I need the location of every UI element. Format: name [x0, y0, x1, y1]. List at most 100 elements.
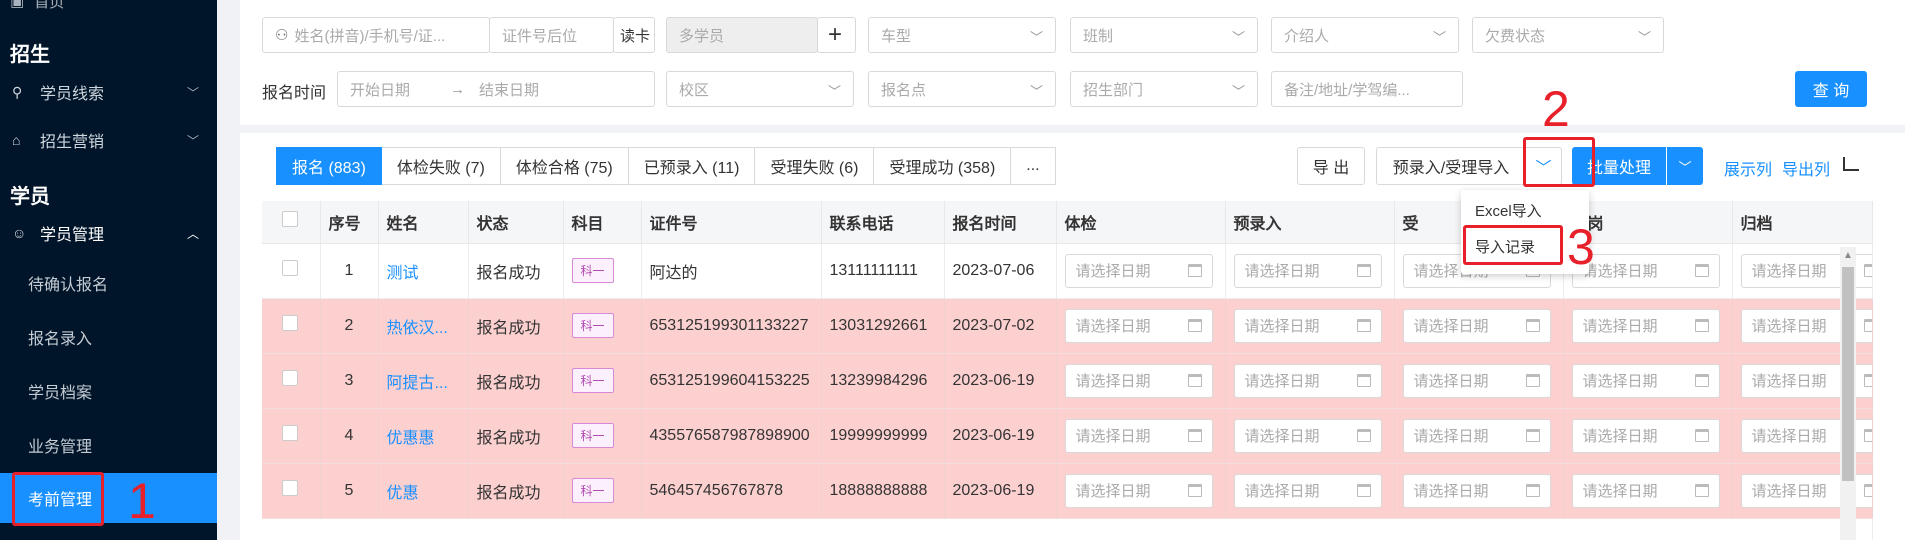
calendar-icon: [1525, 374, 1540, 387]
table-row: 4 优惠惠 报名成功 科一 435576587987898900 19999999999 2…: [262, 408, 1873, 464]
date-range-input[interactable]: 开始日期 → 结束日期: [337, 71, 655, 107]
status-tabs: 报名 (883) 体检失败 (7) 体检合格 (75) 已预录入 (11) 受理…: [276, 147, 1056, 185]
id-suffix-input[interactable]: 证件号后位: [489, 17, 614, 53]
row-checkbox[interactable]: [282, 370, 298, 386]
select-all-checkbox[interactable]: [282, 211, 298, 228]
arrears-select[interactable]: 欠费状态 ﹀: [1472, 17, 1664, 53]
calendar-icon: [1356, 429, 1371, 442]
scroll-up-icon[interactable]: ▲: [1843, 250, 1853, 261]
sidebar-item-student-mgmt[interactable]: ☺ 学员管理 ︿: [0, 211, 217, 255]
chevron-down-icon: ﹀: [186, 86, 199, 100]
student-name-link[interactable]: 优惠: [387, 485, 419, 502]
date-picker-input[interactable]: 请选择日期: [1571, 363, 1720, 398]
sidebar-item-business[interactable]: 业务管理: [0, 420, 217, 470]
tab-more[interactable]: ...: [1011, 147, 1056, 185]
col-header: 序号: [320, 201, 379, 244]
export-button[interactable]: 导 出: [1297, 147, 1365, 185]
row-no: 3: [320, 353, 379, 409]
multi-student-input[interactable]: 多学员: [666, 17, 818, 53]
row-checkbox[interactable]: [282, 260, 298, 276]
sidebar-item-leads[interactable]: ⚲ 学员线索 ﹀: [0, 70, 217, 114]
row-status: 报名成功: [468, 298, 564, 354]
show-columns-link[interactable]: 展示列: [1724, 156, 1772, 180]
date-picker-input[interactable]: 请选择日期: [1233, 253, 1382, 288]
import-button[interactable]: 预录入/受理导入: [1376, 147, 1526, 185]
section-student: 学员: [10, 186, 50, 208]
student-name-link[interactable]: 阿提古...: [387, 375, 448, 392]
date-picker-input[interactable]: 请选择日期: [1233, 363, 1382, 398]
row-checkbox[interactable]: [282, 425, 298, 441]
date-picker-input[interactable]: 请选择日期: [1402, 473, 1551, 508]
sidebar-item-archive[interactable]: 学员档案: [0, 366, 217, 416]
dept-select[interactable]: 招生部门 ﹀: [1070, 71, 1258, 107]
arrow-right-icon: →: [450, 80, 466, 98]
sidebar-item-home[interactable]: ▣ 首页: [10, 0, 64, 12]
row-id-number: 653125199604153225: [641, 353, 822, 409]
calendar-icon: [1356, 319, 1371, 332]
referrer-select[interactable]: 介绍人 ﹀: [1271, 17, 1459, 53]
date-picker-input[interactable]: 请选择日期: [1402, 363, 1551, 398]
row-checkbox[interactable]: [282, 480, 298, 496]
add-icon[interactable]: +: [817, 17, 856, 53]
home-icon: ▣: [10, 0, 25, 10]
section-recruit: 招生: [10, 44, 50, 66]
col-header: 预录入: [1225, 201, 1395, 244]
student-name-link[interactable]: 优惠惠: [387, 430, 435, 447]
date-picker-input[interactable]: 请选择日期: [1571, 308, 1720, 343]
date-picker-input[interactable]: 请选择日期: [1571, 473, 1720, 508]
chevron-down-icon: ﹀: [1432, 30, 1446, 45]
campus-select[interactable]: 校区 ﹀: [666, 71, 854, 107]
import-dropdown-toggle[interactable]: ﹀: [1525, 147, 1562, 185]
sidebar-item-marketing[interactable]: ⌂ 招生营销 ﹀: [0, 118, 217, 162]
user-icon: ⚇: [275, 27, 289, 44]
date-picker-input[interactable]: 请选择日期: [1402, 308, 1551, 343]
chevron-down-icon: ﹀: [1029, 84, 1043, 99]
batch-button[interactable]: 批量处理: [1572, 147, 1666, 185]
row-reg-date: 2023-06-19: [944, 463, 1057, 519]
tab-accept-failed[interactable]: 受理失败 (6): [755, 147, 875, 185]
date-picker-input[interactable]: 请选择日期: [1233, 473, 1382, 508]
menu-item-import-records[interactable]: 导入记录: [1475, 236, 1535, 257]
sidebar-item-pending[interactable]: 待确认报名: [0, 258, 217, 308]
row-phone: 19999999999: [821, 408, 945, 464]
row-reg-date: 2023-07-02: [944, 298, 1057, 354]
reg-point-select[interactable]: 报名点 ﹀: [868, 71, 1056, 107]
date-picker-input[interactable]: 请选择日期: [1064, 253, 1213, 288]
row-no: 1: [320, 243, 379, 299]
chevron-down-icon: ﹀: [1029, 30, 1043, 45]
batch-dropdown-toggle[interactable]: ﹀: [1667, 147, 1703, 185]
tab-accept-success[interactable]: 受理成功 (358): [874, 147, 1012, 185]
date-picker-input[interactable]: 请选择日期: [1064, 308, 1213, 343]
chevron-up-icon: ︿: [186, 227, 199, 241]
date-picker-input[interactable]: 请选择日期: [1064, 363, 1213, 398]
class-type-select[interactable]: 班制 ﹀: [1070, 17, 1258, 53]
read-card-button[interactable]: 读卡: [613, 17, 655, 53]
date-picker-input[interactable]: 请选择日期: [1233, 308, 1382, 343]
vehicle-select[interactable]: 车型 ﹀: [868, 17, 1056, 53]
tab-registered[interactable]: 报名 (883): [276, 147, 382, 185]
query-button[interactable]: 查 询: [1795, 71, 1867, 107]
menu-item-excel-import[interactable]: Excel导入: [1475, 200, 1542, 221]
date-picker-input[interactable]: 请选择日期: [1571, 418, 1720, 453]
sidebar-item-entry[interactable]: 报名录入: [0, 312, 217, 362]
calendar-icon: [1187, 319, 1202, 332]
name-search-input[interactable]: ⚇ 姓名(拼音)/手机号/证...: [262, 17, 490, 53]
tab-exam-passed[interactable]: 体检合格 (75): [500, 147, 629, 185]
note-input[interactable]: 备注/地址/学驾编...: [1271, 71, 1463, 107]
date-picker-input[interactable]: 请选择日期: [1064, 473, 1213, 508]
tab-pre-entered[interactable]: 已预录入 (11): [628, 147, 756, 185]
calendar-icon: [1187, 429, 1202, 442]
date-picker-input[interactable]: 请选择日期: [1064, 418, 1213, 453]
student-name-link[interactable]: 测试: [387, 265, 419, 282]
export-columns-link[interactable]: 导出列: [1782, 156, 1830, 180]
calendar-icon: [1863, 264, 1871, 277]
chart-icon[interactable]: [1843, 157, 1859, 171]
date-picker-input[interactable]: 请选择日期: [1233, 418, 1382, 453]
row-checkbox[interactable]: [282, 315, 298, 331]
date-picker-input[interactable]: 请选择日期: [1402, 418, 1551, 453]
sidebar-item-exam-prep[interactable]: 考前管理: [0, 473, 217, 523]
scrollbar-thumb[interactable]: [1842, 267, 1854, 481]
row-id-number: 653125199301133227: [641, 298, 822, 354]
tab-exam-failed[interactable]: 体检失败 (7): [381, 147, 501, 185]
student-name-link[interactable]: 热依汉...: [387, 320, 448, 337]
